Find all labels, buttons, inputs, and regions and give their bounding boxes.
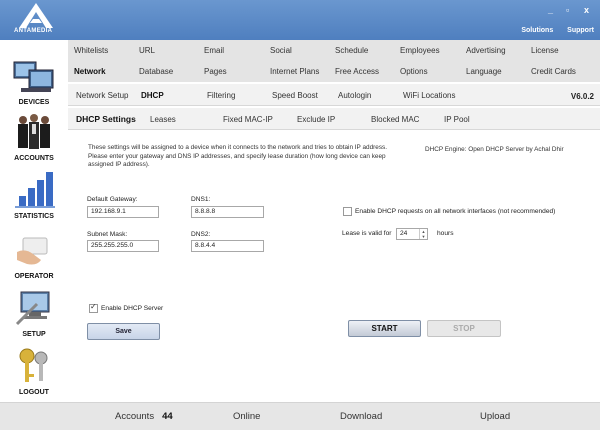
logo-text: ANTAMEDIA [14,28,53,34]
nav-credit-cards[interactable]: Credit Cards [531,67,576,76]
gateway-field[interactable]: 192.168.9.1 [87,206,159,218]
all-interfaces-checkbox[interactable] [343,207,352,216]
sidebar-label: STATISTICS [14,213,54,220]
accounts-status: Accounts 44 [115,411,173,422]
tab-dhcp-settings[interactable]: DHCP Settings [76,114,136,124]
monitors-icon [13,61,54,92]
upload-status: Upload [480,411,511,422]
nav-network[interactable]: Network [74,67,106,76]
dhcp-settings-panel: These settings will be assigned to a dev… [68,132,600,402]
nav-url[interactable]: URL [139,46,155,55]
lease-stepper[interactable]: 24 ▲ ▼ [396,228,428,240]
dns1-field[interactable]: 8.8.8.8 [191,206,264,218]
lease-unit: hours [437,230,454,237]
main-nav: Whitelists URL Email Social Schedule Emp… [68,40,600,82]
tab-blocked-mac[interactable]: Blocked MAC [371,115,419,124]
nav-employees[interactable]: Employees [400,46,440,55]
gateway-label: Default Gateway: [87,196,138,203]
tab-autologin[interactable]: Autologin [338,91,371,100]
tab-ip-pool[interactable]: IP Pool [444,115,470,124]
card-hand-icon [17,237,48,265]
stepper-arrows-icon[interactable]: ▲ ▼ [419,229,427,239]
close-button[interactable]: x [584,5,589,15]
nav-schedule[interactable]: Schedule [335,46,368,55]
minimize-button[interactable]: _ [548,5,553,15]
sidebar: DEVICES ACCOUNTS STATISTICS OPERATOR SET… [0,40,68,402]
nav-email[interactable]: Email [204,46,224,55]
description-text: These settings will be assigned to a dev… [88,144,387,169]
dns1-label: DNS1: [191,196,211,203]
sidebar-label: SETUP [22,331,46,338]
save-button[interactable]: Save [87,323,160,340]
dns2-field[interactable]: 8.8.4.4 [191,240,264,252]
accounts-count: 44 [162,411,173,422]
stop-button[interactable]: STOP [427,320,501,337]
subnet-label: Subnet Mask: [87,231,128,238]
status-footer: Accounts 44 Online Download Upload [0,402,600,430]
subnet-field[interactable]: 255.255.255.0 [87,240,159,252]
download-status: Download [340,411,383,422]
version-label: V6.0.2 [570,92,594,101]
sidebar-item-setup[interactable]: SETUP [0,288,68,346]
setup-icon [15,291,50,326]
tab-wifi-locations[interactable]: WiFi Locations [403,91,455,100]
start-button[interactable]: START [348,320,421,337]
tab-speed-boost[interactable]: Speed Boost [272,91,318,100]
support-link[interactable]: Support [567,27,594,34]
title-bar: ANTAMEDIA _ ▫ x Solutions Support [0,0,600,40]
top-links: Solutions Support [509,27,594,34]
accounts-label: Accounts [115,411,155,422]
lease-value: 24 [400,230,408,237]
people-icon [18,114,50,149]
nav-advertising[interactable]: Advertising [466,46,506,55]
sidebar-item-devices[interactable]: DEVICES [0,56,68,114]
solutions-link[interactable]: Solutions [521,27,553,34]
nav-language[interactable]: Language [466,67,502,76]
sidebar-label: DEVICES [18,99,50,106]
enable-dhcp-checkbox[interactable] [89,302,98,313]
sidebar-label: LOGOUT [19,389,49,396]
sidebar-item-statistics[interactable]: STATISTICS [0,170,68,228]
nav-options[interactable]: Options [400,67,428,76]
tab-network-setup[interactable]: Network Setup [76,91,128,100]
sidebar-label: OPERATOR [14,273,54,280]
nav-pages[interactable]: Pages [204,67,227,76]
tab-fixed-mac-ip[interactable]: Fixed MAC-IP [223,115,273,124]
nav-database[interactable]: Database [139,67,173,76]
enable-dhcp-label: Enable DHCP Server [101,305,164,312]
sidebar-item-accounts[interactable]: ACCOUNTS [0,112,68,170]
lease-label: Lease is valid for [342,230,392,237]
dhcp-engine-text: DHCP Engine: Open DHCP Server by Achal D… [425,146,564,153]
all-interfaces-label: Enable DHCP requests on all network inte… [355,208,556,215]
sidebar-item-logout[interactable]: LOGOUT [0,346,68,404]
tab-leases[interactable]: Leases [150,115,176,124]
bar-chart-icon [15,172,55,208]
tab-dhcp[interactable]: DHCP [141,91,164,100]
keys-icon [19,348,48,382]
sidebar-label: ACCOUNTS [14,155,54,162]
online-status: Online [233,411,261,422]
nav-internet-plans[interactable]: Internet Plans [270,67,319,76]
nav-free-access[interactable]: Free Access [335,67,379,76]
tab-exclude-ip[interactable]: Exclude IP [297,115,335,124]
nav-whitelists[interactable]: Whitelists [74,46,108,55]
nav-social[interactable]: Social [270,46,292,55]
sidebar-item-operator[interactable]: OPERATOR [0,230,68,288]
network-tabs: Network Setup DHCP Filtering Speed Boost… [68,84,600,106]
dhcp-tabs: DHCP Settings Leases Fixed MAC-IP Exclud… [68,108,600,130]
maximize-button[interactable]: ▫ [566,5,569,15]
tab-filtering[interactable]: Filtering [207,91,235,100]
dns2-label: DNS2: [191,231,211,238]
nav-license[interactable]: License [531,46,559,55]
